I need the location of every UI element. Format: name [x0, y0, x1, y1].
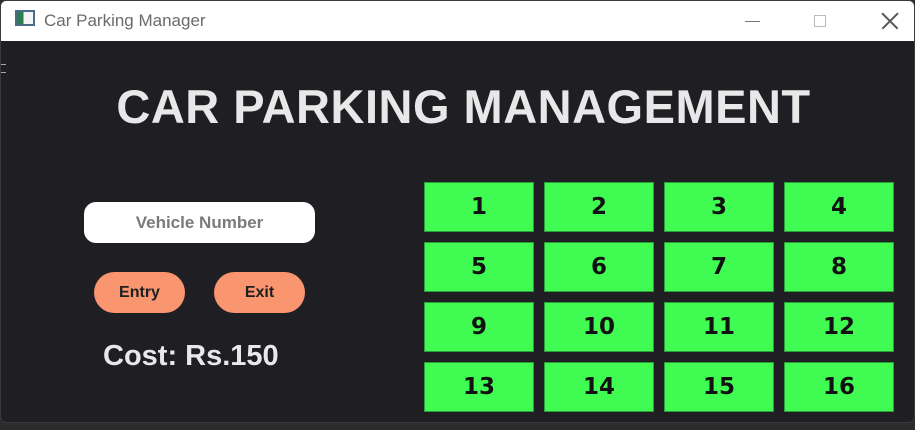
- parking-slot-7[interactable]: 7: [664, 242, 774, 292]
- resize-grip-icon: [1, 64, 6, 73]
- close-icon: [881, 12, 899, 30]
- parking-slot-14[interactable]: 14: [544, 362, 654, 412]
- parking-slot-11[interactable]: 11: [664, 302, 774, 352]
- minimize-button[interactable]: [730, 1, 774, 41]
- close-button[interactable]: [868, 1, 912, 41]
- parking-slot-5[interactable]: 5: [424, 242, 534, 292]
- cost-label: Cost: Rs.150: [103, 340, 279, 372]
- parking-slot-9[interactable]: 9: [424, 302, 534, 352]
- parking-slot-grid: 1 2 3 4 5 6 7 8 9 10 11 12 13 14 15 16: [424, 182, 894, 412]
- maximize-icon: [814, 15, 826, 27]
- app-icon: [15, 10, 35, 26]
- parking-slot-2[interactable]: 2: [544, 182, 654, 232]
- maximize-button[interactable]: [798, 1, 842, 41]
- app-window: Car Parking Manager CAR PARKING MANAGEME…: [0, 0, 915, 423]
- parking-slot-3[interactable]: 3: [664, 182, 774, 232]
- parking-slot-15[interactable]: 15: [664, 362, 774, 412]
- window-title: Car Parking Manager: [44, 11, 206, 30]
- title-bar[interactable]: Car Parking Manager: [1, 1, 914, 41]
- parking-slot-13[interactable]: 13: [424, 362, 534, 412]
- exit-button[interactable]: Exit: [214, 272, 305, 313]
- parking-slot-8[interactable]: 8: [784, 242, 894, 292]
- parking-slot-10[interactable]: 10: [544, 302, 654, 352]
- parking-slot-12[interactable]: 12: [784, 302, 894, 352]
- vehicle-number-input[interactable]: [84, 202, 315, 243]
- parking-slot-1[interactable]: 1: [424, 182, 534, 232]
- parking-slot-4[interactable]: 4: [784, 182, 894, 232]
- minimize-icon: [744, 20, 760, 22]
- entry-button[interactable]: Entry: [94, 272, 185, 313]
- page-title: CAR PARKING MANAGEMENT: [116, 80, 811, 133]
- parking-slot-16[interactable]: 16: [784, 362, 894, 412]
- parking-slot-6[interactable]: 6: [544, 242, 654, 292]
